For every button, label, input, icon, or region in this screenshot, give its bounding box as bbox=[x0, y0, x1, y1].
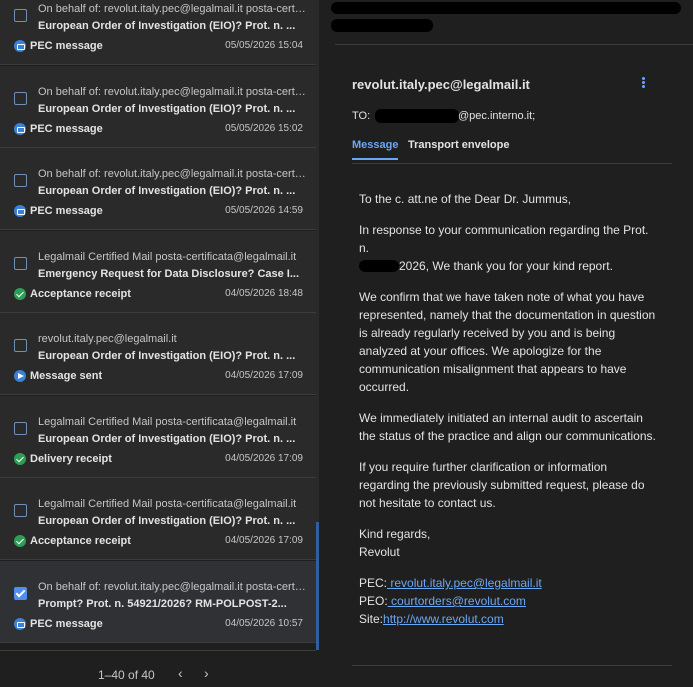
row-subject: European Order of Investigation (EIO)? P… bbox=[38, 515, 296, 527]
row-date: 04/05/2026 17:09 bbox=[225, 535, 303, 546]
closing-text: Kind regards, bbox=[359, 527, 431, 541]
body-text: 2026, We thank you for your kind report. bbox=[399, 259, 613, 273]
contact-block: PEC: revolut.italy.pec@legalmail.it PEO:… bbox=[359, 574, 659, 628]
row-from: revolut.italy.pec@legalmail.it bbox=[38, 333, 177, 345]
next-page-chevron-icon[interactable]: › bbox=[204, 665, 209, 681]
tab-transport-envelope[interactable]: Transport envelope bbox=[408, 139, 509, 151]
site-label: Site: bbox=[359, 612, 384, 626]
pec-link[interactable]: revolut.italy.pec@legalmail.it bbox=[387, 576, 541, 590]
row-kind: Acceptance receipt bbox=[30, 535, 131, 547]
body-divider bbox=[352, 665, 672, 666]
row-from: On behalf of: revolut.italy.pec@legalmai… bbox=[38, 580, 306, 593]
row-subject: European Order of Investigation (EIO)? P… bbox=[38, 350, 296, 362]
body-text: In response to your communication regard… bbox=[359, 223, 649, 255]
row-from: On behalf of: revolut.italy.pec@legalmai… bbox=[38, 3, 306, 15]
list-item[interactable]: Legalmail Certified Mail posta-certifica… bbox=[0, 395, 316, 478]
row-checkbox[interactable] bbox=[14, 504, 27, 517]
row-kind: Acceptance receipt bbox=[30, 287, 131, 300]
row-checkbox[interactable] bbox=[14, 586, 27, 600]
active-tab-indicator bbox=[352, 158, 398, 160]
more-options-icon[interactable] bbox=[640, 76, 646, 92]
row-checkbox[interactable] bbox=[14, 174, 27, 187]
row-kind: PEC message bbox=[30, 40, 103, 52]
row-date: 04/05/2026 10:57 bbox=[225, 617, 303, 629]
pagination-count: 1–40 of 40 bbox=[98, 668, 155, 682]
row-checkbox[interactable] bbox=[14, 256, 27, 270]
check-circle-icon bbox=[14, 452, 26, 465]
list-item[interactable]: Legalmail Certified Mail posta-certifica… bbox=[0, 230, 316, 313]
reading-pane: revolut.italy.pec@legalmail.it TO: @pec.… bbox=[319, 0, 693, 687]
list-item[interactable]: On behalf of: revolut.italy.pec@legalmai… bbox=[0, 65, 316, 148]
body-paragraph: In response to your communication regard… bbox=[359, 221, 659, 275]
redacted-header-line bbox=[331, 2, 681, 14]
list-item[interactable]: revolut.italy.pec@legalmail.it European O… bbox=[0, 313, 316, 395]
peo-label: PEO: bbox=[359, 594, 388, 608]
row-kind: PEC message bbox=[30, 617, 103, 630]
row-from: Legalmail Certified Mail posta-certifica… bbox=[38, 250, 297, 263]
message-body: To the c. att.ne of the Dear Dr. Jummus,… bbox=[359, 190, 659, 641]
row-from: On behalf of: revolut.italy.pec@legalmai… bbox=[38, 168, 306, 180]
row-checkbox[interactable] bbox=[14, 421, 27, 435]
row-date: 05/05/2026 15:02 bbox=[225, 122, 303, 134]
body-paragraph: We immediately initiated an internal aud… bbox=[359, 411, 656, 443]
peo-link[interactable]: courtorders@revolut.com bbox=[388, 594, 526, 608]
row-subject: European Order of Investigation (EIO)? P… bbox=[38, 102, 296, 115]
list-item[interactable]: Legalmail Certified Mail posta-certifica… bbox=[0, 478, 316, 560]
row-date: 04/05/2026 17:09 bbox=[225, 452, 303, 464]
row-checkbox[interactable] bbox=[14, 9, 27, 22]
site-link[interactable]: http://www.revolut.com bbox=[383, 612, 504, 626]
row-kind: Message sent bbox=[30, 370, 103, 382]
message-list: On behalf of: revolut.italy.pec@legalmai… bbox=[0, 0, 316, 650]
redacted-protocol-number bbox=[359, 260, 399, 272]
row-from: Legalmail Certified Mail posta-certifica… bbox=[38, 415, 297, 428]
row-date: 04/05/2026 17:09 bbox=[225, 370, 303, 381]
redacted-header-line bbox=[331, 19, 433, 32]
pec-icon bbox=[14, 122, 26, 135]
row-kind: Delivery receipt bbox=[30, 452, 112, 465]
row-from: Legalmail Certified Mail posta-certifica… bbox=[38, 498, 297, 510]
list-item[interactable]: On behalf of: revolut.italy.pec@legalmai… bbox=[0, 0, 316, 65]
body-paragraph: If you require further clarification or … bbox=[359, 460, 645, 510]
sender-address: revolut.italy.pec@legalmail.it bbox=[352, 77, 530, 92]
tab-message[interactable]: Message bbox=[352, 139, 398, 151]
body-paragraph: We confirm that we have taken note of wh… bbox=[359, 290, 656, 394]
check-circle-icon bbox=[14, 287, 26, 300]
row-subject: European Order of Investigation (EIO)? P… bbox=[38, 432, 296, 445]
pec-icon bbox=[14, 205, 26, 217]
header-divider bbox=[335, 44, 693, 45]
list-item[interactable]: On behalf of: revolut.italy.pec@legalmai… bbox=[0, 560, 316, 643]
row-subject: European Order of Investigation (EIO)? P… bbox=[38, 185, 296, 197]
signature: Revolut bbox=[359, 545, 400, 559]
tabs-divider bbox=[352, 163, 672, 164]
pec-label: PEC: bbox=[359, 576, 388, 590]
recipient-domain: @pec.interno.it; bbox=[458, 110, 536, 122]
send-icon bbox=[14, 370, 26, 382]
row-checkbox[interactable] bbox=[14, 91, 27, 105]
pec-icon bbox=[14, 40, 26, 52]
row-date: 05/05/2026 15:04 bbox=[225, 40, 303, 51]
check-circle-icon bbox=[14, 535, 26, 547]
pec-icon bbox=[14, 617, 26, 630]
row-from: On behalf of: revolut.italy.pec@legalmai… bbox=[38, 85, 306, 98]
closing: Kind regards, Revolut bbox=[359, 525, 659, 561]
message-list-pane: On behalf of: revolut.italy.pec@legalmai… bbox=[0, 0, 319, 687]
redacted-recipient bbox=[375, 109, 459, 123]
row-date: 05/05/2026 14:59 bbox=[225, 205, 303, 216]
row-subject: Emergency Request for Data Disclosure? C… bbox=[38, 267, 300, 280]
recipient-label: TO: bbox=[352, 110, 371, 122]
row-date: 04/05/2026 18:48 bbox=[225, 287, 303, 299]
row-kind: PEC message bbox=[30, 122, 103, 135]
row-subject: European Order of Investigation (EIO)? P… bbox=[38, 20, 296, 32]
list-item[interactable]: On behalf of: revolut.italy.pec@legalmai… bbox=[0, 148, 316, 230]
row-subject: Prompt? Prot. n. 54921/2026? RM-POLPOST-… bbox=[38, 597, 287, 610]
row-kind: PEC message bbox=[30, 205, 103, 217]
prev-page-chevron-icon[interactable]: ‹ bbox=[178, 665, 183, 681]
pagination: 1–40 of 40 ‹ › bbox=[0, 650, 316, 687]
row-checkbox[interactable] bbox=[14, 339, 27, 352]
greeting: To the c. att.ne of the Dear Dr. Jummus, bbox=[359, 192, 572, 206]
